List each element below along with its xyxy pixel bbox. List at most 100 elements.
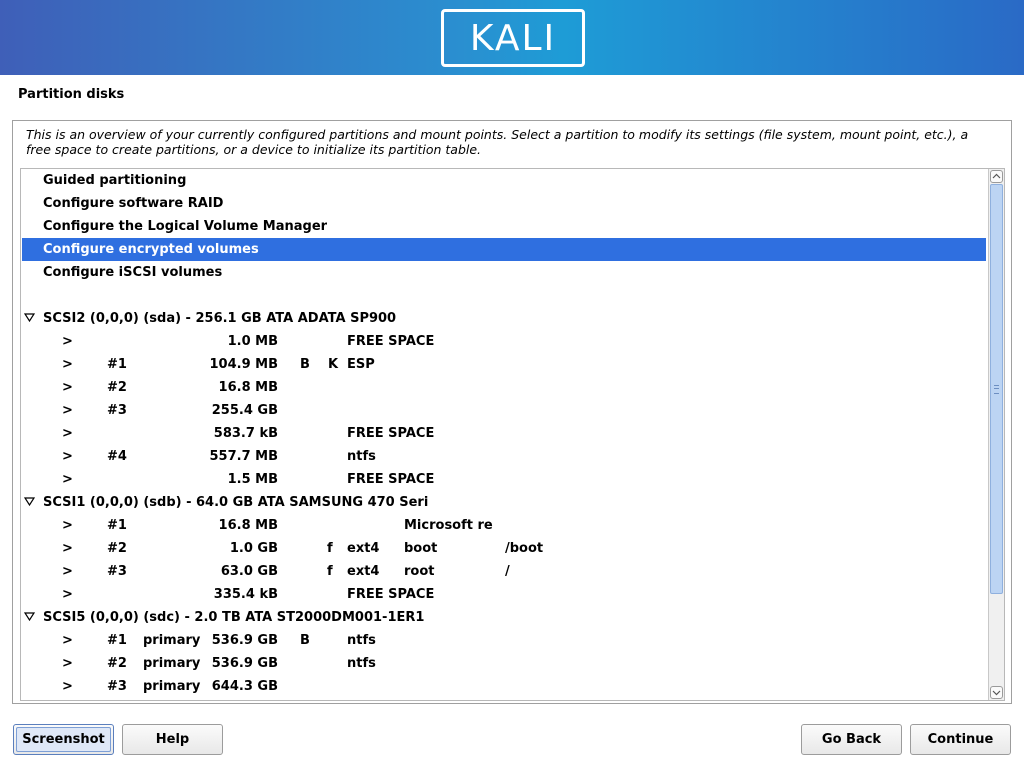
page-title: Partition disks — [18, 87, 125, 102]
disk-label: SCSI5 (0,0,0) (sdc) - 2.0 TB ATA ST2000D… — [43, 610, 425, 625]
disk-row[interactable]: SCSI1 (0,0,0) (sdb) - 64.0 GB ATA SAMSUN… — [22, 491, 986, 514]
scroll-up-button[interactable] — [990, 170, 1003, 183]
expand-arrow: > — [62, 656, 73, 671]
expand-arrow: > — [62, 541, 73, 556]
partition-size: 1.0 GB — [229, 541, 278, 556]
filesystem-label: ntfs — [347, 449, 376, 464]
mount-point: / — [505, 564, 510, 579]
list-item-action[interactable]: Configure encrypted volumes — [22, 238, 986, 261]
bootable-flag: B — [300, 633, 310, 648]
expand-triangle-icon[interactable] — [23, 491, 36, 514]
expand-arrow: > — [62, 633, 73, 648]
action-label: Guided partitioning — [43, 173, 187, 188]
vertical-scrollbar[interactable] — [988, 169, 1004, 700]
partition-number: #1 — [107, 633, 127, 648]
filesystem-label: FREE SPACE — [347, 426, 435, 441]
scroll-grip-icon — [994, 385, 999, 394]
keep-flag: K — [328, 357, 339, 372]
chevron-up-icon — [992, 173, 1001, 179]
partition-number: #2 — [107, 380, 127, 395]
filesystem-label: ext4 — [347, 541, 380, 556]
partition-type: primary — [143, 633, 201, 648]
header-banner: KALI — [0, 0, 1024, 75]
chevron-down-icon — [992, 690, 1001, 696]
partition-row[interactable]: > #2 16.8 MB — [22, 376, 986, 399]
expand-arrow: > — [62, 403, 73, 418]
partition-number: #2 — [107, 656, 127, 671]
partition-row[interactable]: > #1 primary 536.9 GB Bntfs — [22, 629, 986, 652]
partition-size: 63.0 GB — [220, 564, 278, 579]
partition-row[interactable]: > #3 primary 644.3 GB — [22, 675, 986, 698]
mount-point: /boot — [505, 541, 544, 556]
filesystem-label: FREE SPACE — [347, 587, 435, 602]
disk-row[interactable]: SCSI2 (0,0,0) (sda) - 256.1 GB ATA ADATA… — [22, 307, 986, 330]
description-text: This is an overview of your currently co… — [26, 127, 969, 157]
action-label: Configure encrypted volumes — [43, 242, 259, 257]
partition-size: 16.8 MB — [218, 380, 278, 395]
list-item-action[interactable]: Guided partitioning — [22, 169, 986, 192]
bootable-flag: B — [300, 357, 310, 372]
disk-row[interactable]: SCSI5 (0,0,0) (sdc) - 2.0 TB ATA ST2000D… — [22, 606, 986, 629]
format-flag: f — [327, 541, 333, 556]
action-label: Configure software RAID — [43, 196, 224, 211]
partition-size: 1.5 MB — [227, 472, 278, 487]
expand-arrow: > — [62, 587, 73, 602]
scroll-down-button[interactable] — [990, 686, 1003, 699]
filesystem-label: ext4 — [347, 564, 380, 579]
expand-arrow: > — [62, 426, 73, 441]
partition-type: primary — [143, 656, 201, 671]
list-item-action[interactable]: Configure software RAID — [22, 192, 986, 215]
partition-row[interactable]: > #3 255.4 GB — [22, 399, 986, 422]
go-back-button[interactable]: Go Back — [801, 724, 902, 755]
main-panel: This is an overview of your currently co… — [12, 120, 1012, 704]
partition-row[interactable]: >583.7 kB FREE SPACE — [22, 422, 986, 445]
partition-size: 557.7 MB — [209, 449, 279, 464]
list-item-action[interactable]: Configure the Logical Volume Manager — [22, 215, 986, 238]
list-item-action[interactable]: Configure iSCSI volumes — [22, 261, 986, 284]
filesystem-label: ntfs — [347, 633, 376, 648]
expand-arrow: > — [62, 334, 73, 349]
action-label: Configure the Logical Volume Manager — [43, 219, 328, 234]
kali-logo: KALI — [441, 9, 585, 67]
format-flag: f — [327, 564, 333, 579]
partition-row[interactable]: > #2 primary 536.9 GB ntfs — [22, 652, 986, 675]
partition-row[interactable]: > #2 1.0 GB f ext4 boot/boot — [22, 537, 986, 560]
partition-number: #3 — [107, 403, 127, 418]
expand-arrow: > — [62, 380, 73, 395]
expand-arrow: > — [62, 564, 73, 579]
help-button[interactable]: Help — [122, 724, 223, 755]
partition-row[interactable]: > #1 16.8 MB Microsoft re — [22, 514, 986, 537]
partition-row[interactable]: > #3 63.0 GB f ext4 root / — [22, 560, 986, 583]
partition-type: primary — [143, 679, 201, 694]
partition-number: #1 — [107, 357, 127, 372]
partition-number: #3 — [107, 564, 127, 579]
filesystem-label: ntfs — [347, 656, 376, 671]
partition-size: 644.3 GB — [211, 679, 278, 694]
partition-row[interactable]: >1.5 MB FREE SPACE — [22, 468, 986, 491]
partition-name: boot — [404, 541, 438, 556]
partition-row[interactable]: > #4 557.7 MB ntfs — [22, 445, 986, 468]
expand-triangle-icon[interactable] — [23, 307, 36, 330]
filesystem-label: FREE SPACE — [347, 472, 435, 487]
filesystem-label: FREE SPACE — [347, 334, 435, 349]
screenshot-button[interactable]: Screenshot — [13, 724, 114, 755]
partition-list[interactable]: Guided partitioning Configure software RA… — [20, 168, 1005, 701]
screenshot-button-label: Screenshot — [16, 727, 111, 752]
partition-number: #1 — [107, 518, 127, 533]
scrollbar-thumb[interactable] — [990, 184, 1003, 594]
partition-name: Microsoft re — [404, 518, 493, 533]
partition-number: #2 — [107, 541, 127, 556]
partition-size: 1.0 MB — [227, 334, 278, 349]
expand-triangle-icon[interactable] — [23, 606, 36, 629]
continue-button[interactable]: Continue — [910, 724, 1011, 755]
partition-size: 583.7 kB — [213, 426, 278, 441]
disk-label: SCSI1 (0,0,0) (sdb) - 64.0 GB ATA SAMSUN… — [43, 495, 429, 510]
expand-arrow: > — [62, 357, 73, 372]
expand-arrow: > — [62, 679, 73, 694]
expand-arrow: > — [62, 518, 73, 533]
partition-number: #3 — [107, 679, 127, 694]
partition-row[interactable]: >335.4 kB FREE SPACE — [22, 583, 986, 606]
partition-row[interactable]: > #1 104.9 MB B K ESP — [22, 353, 986, 376]
partition-row[interactable]: >1.0 MB FREE SPACE — [22, 330, 986, 353]
expand-arrow: > — [62, 449, 73, 464]
